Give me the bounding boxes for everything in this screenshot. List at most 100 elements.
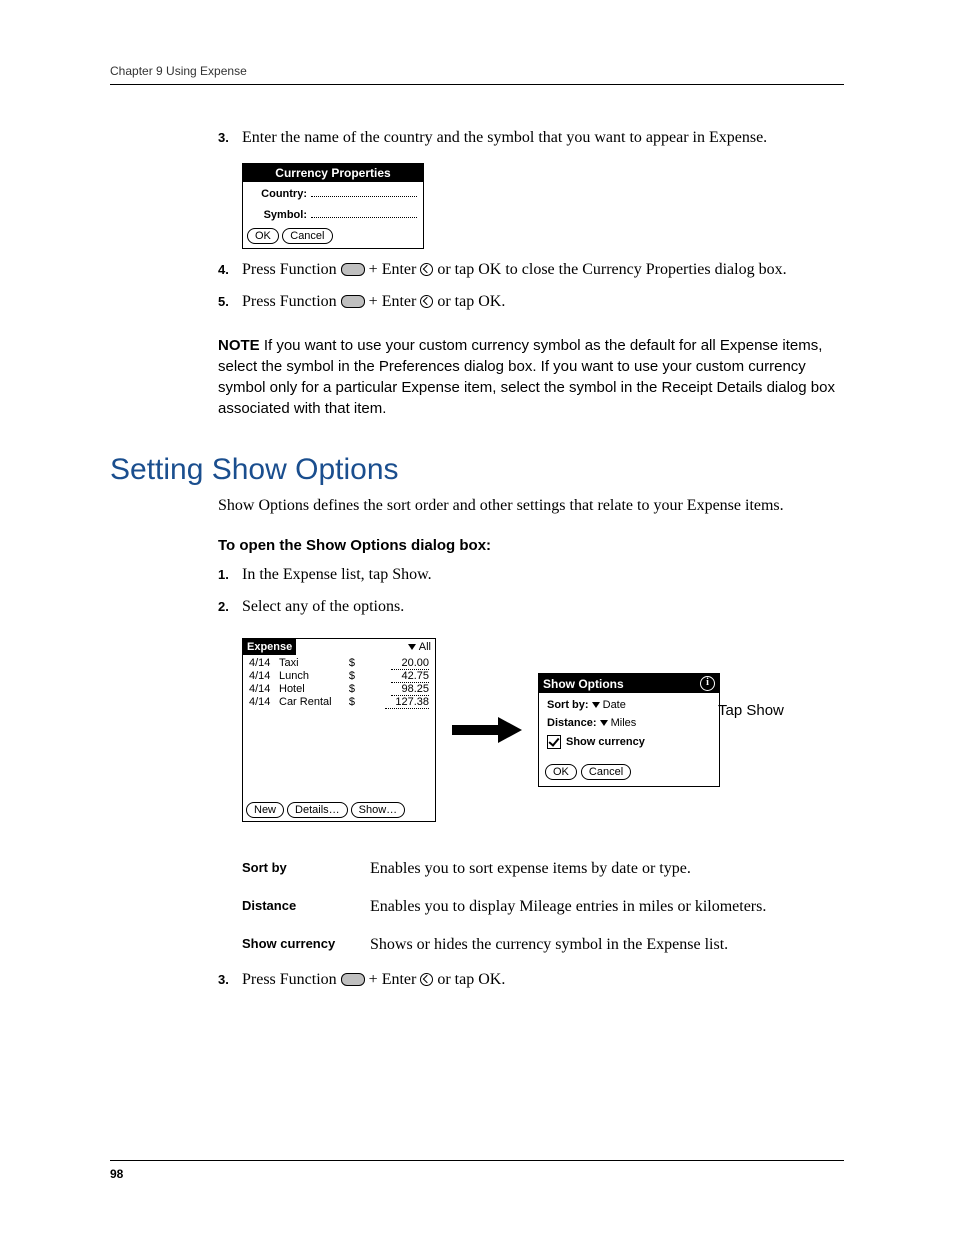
dialog-title: Show Options — [543, 677, 624, 691]
step-number: 2. — [218, 596, 242, 618]
definition-term: Sort by — [242, 856, 370, 882]
info-icon[interactable]: i — [700, 676, 715, 691]
expense-type: Taxi — [279, 657, 343, 669]
expense-list-screen: Expense All 4/14 Taxi $ 20.00 — [242, 638, 436, 822]
text-pre: Press Function — [242, 971, 341, 988]
step-text: Enter the name of the country and the sy… — [242, 127, 844, 149]
function-key-icon — [341, 973, 365, 986]
text-post: or tap OK to close the Currency Properti… — [433, 261, 786, 278]
symbol-label: Symbol: — [249, 209, 307, 221]
text-post: or tap OK. — [433, 971, 505, 988]
definition-term: Show currency — [242, 932, 370, 958]
sort-by-label: Sort by: — [547, 699, 589, 711]
expense-type: Lunch — [279, 670, 343, 682]
text-mid: + Enter — [365, 261, 421, 278]
expense-amount: 42.75 — [355, 670, 429, 682]
step-number: 3. — [218, 969, 242, 991]
country-row: Country: — [243, 182, 423, 203]
step-5: 5. Press Function + Enter or tap OK. — [218, 291, 844, 313]
definition-term: Distance — [242, 894, 370, 920]
expense-amount: 98.25 — [355, 683, 429, 695]
definition-row: Sort by Enables you to sort expense item… — [242, 856, 844, 882]
country-input[interactable] — [311, 185, 417, 197]
step-3: 3. Enter the name of the country and the… — [218, 127, 844, 149]
chevron-down-icon — [592, 702, 600, 708]
expense-row[interactable]: 4/14 Lunch $ 42.75 — [249, 670, 429, 682]
ok-button[interactable]: OK — [545, 764, 577, 780]
app-title: Expense — [243, 639, 296, 655]
distance-selector[interactable]: Miles — [600, 717, 637, 729]
cancel-button[interactable]: Cancel — [282, 228, 332, 244]
chevron-down-icon — [408, 644, 416, 650]
function-key-icon — [341, 295, 365, 308]
expense-amount: 20.00 — [355, 657, 429, 669]
section-heading: Setting Show Options — [110, 453, 844, 487]
show-options-dialog: Show Options i Sort by: Date Distan — [538, 673, 720, 787]
text-mid: + Enter — [365, 293, 421, 310]
symbol-input[interactable] — [311, 206, 417, 218]
sort-by-selector[interactable]: Date — [592, 699, 626, 711]
ok-button[interactable]: OK — [247, 228, 279, 244]
step-4: 4. Press Function + Enter or tap OK to c… — [218, 259, 844, 281]
step-text: Press Function + Enter or tap OK. — [242, 969, 844, 991]
expense-type: Car Rental — [279, 696, 343, 708]
expense-row[interactable]: 4/14 Hotel $ 98.25 — [249, 683, 429, 695]
expense-currency: $ — [343, 657, 355, 669]
distance-row: Distance: Miles — [547, 717, 711, 729]
step-text: Select any of the options. — [242, 596, 844, 618]
definition-desc: Enables you to sort expense items by dat… — [370, 856, 844, 882]
category-selector[interactable]: All — [408, 641, 435, 653]
page-number: 98 — [110, 1167, 123, 1181]
country-label: Country: — [249, 188, 307, 200]
step-text: Press Function + Enter or tap OK. — [242, 291, 844, 313]
options-definitions: Sort by Enables you to sort expense item… — [242, 856, 844, 957]
section-lead: Show Options defines the sort order and … — [218, 495, 844, 517]
definition-row: Show currency Shows or hides the currenc… — [242, 932, 844, 958]
checkbox-checked-icon[interactable] — [547, 735, 561, 749]
callout-tap-show: Tap Show — [718, 702, 784, 719]
distance-value: Miles — [611, 717, 637, 729]
details-button[interactable]: Details… — [287, 802, 348, 818]
expense-topbar: Expense All — [243, 639, 435, 655]
text-pre: Press Function — [242, 261, 341, 278]
expense-row[interactable]: 4/14 Car Rental $ 127.38 — [249, 696, 429, 708]
cancel-button[interactable]: Cancel — [581, 764, 631, 780]
enter-key-icon — [420, 263, 433, 276]
dialog-title: Currency Properties — [243, 164, 423, 182]
note-text: If you want to use your custom currency … — [218, 337, 835, 417]
step-text: Press Function + Enter or tap OK to clos… — [242, 259, 844, 281]
show-button[interactable]: Show… — [351, 802, 406, 818]
enter-key-icon — [420, 295, 433, 308]
step-number: 5. — [218, 291, 242, 313]
sort-by-row: Sort by: Date — [547, 699, 711, 711]
step-2: 2. Select any of the options. — [218, 596, 844, 618]
text-post: or tap OK. — [433, 293, 505, 310]
step-3-final: 3. Press Function + Enter or tap OK. — [218, 969, 844, 991]
show-currency-row[interactable]: Show currency — [547, 735, 711, 749]
step-number: 3. — [218, 127, 242, 149]
show-currency-label: Show currency — [566, 736, 645, 748]
new-button[interactable]: New — [246, 802, 284, 818]
expense-date: 4/14 — [249, 683, 279, 695]
definition-desc: Enables you to display Mileage entries i… — [370, 894, 844, 920]
expense-rows: 4/14 Taxi $ 20.00 4/14 Lunch $ 42.75 — [243, 655, 435, 799]
subheading: To open the Show Options dialog box: — [218, 537, 844, 554]
expense-row[interactable]: 4/14 Taxi $ 20.00 — [249, 657, 429, 669]
text-mid: + Enter — [365, 971, 421, 988]
chevron-down-icon — [600, 720, 608, 726]
expense-currency: $ — [343, 670, 355, 682]
note-label: NOTE — [218, 337, 260, 354]
distance-label: Distance: — [547, 717, 597, 729]
currency-properties-dialog: Currency Properties Country: Symbol: OK … — [242, 163, 424, 249]
definition-desc: Shows or hides the currency symbol in th… — [370, 932, 844, 958]
expense-date: 4/14 — [249, 670, 279, 682]
note-block: NOTE If you want to use your custom curr… — [218, 335, 844, 419]
enter-key-icon — [420, 973, 433, 986]
expense-currency: $ — [343, 683, 355, 695]
category-value: All — [419, 641, 431, 653]
step-1: 1. In the Expense list, tap Show. — [218, 564, 844, 586]
step-text: In the Expense list, tap Show. — [242, 564, 844, 586]
arrow-right-icon — [452, 717, 522, 743]
expense-currency: $ — [343, 696, 355, 708]
expense-date: 4/14 — [249, 657, 279, 669]
